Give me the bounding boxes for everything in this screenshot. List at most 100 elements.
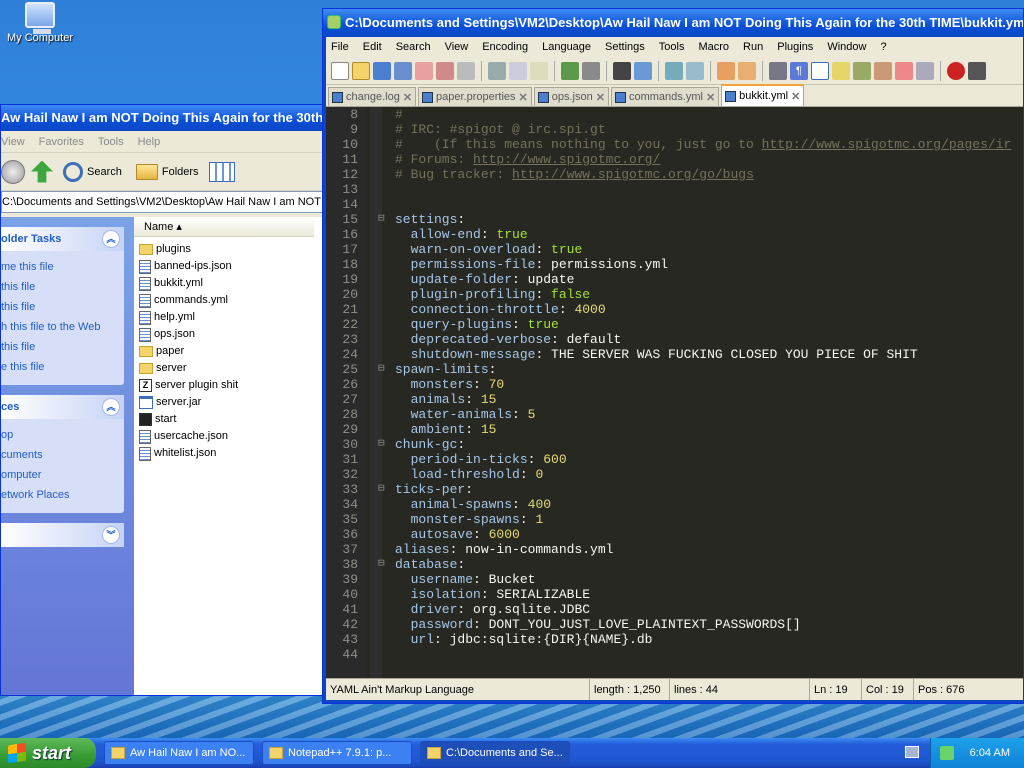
sync-vertical-icon[interactable]	[717, 61, 735, 80]
redo-icon[interactable]	[582, 61, 600, 80]
file-item[interactable]: server.jar	[134, 394, 325, 411]
npp-menu-item[interactable]: Settings	[605, 41, 645, 53]
code-editor[interactable]: 8 #9 # IRC: #spigot @ irc.spi.gt 10 # (If th…	[326, 107, 1023, 691]
folder-task-link[interactable]: me this file	[1, 257, 124, 277]
new-file-icon[interactable]	[331, 61, 349, 80]
place-link[interactable]: cuments	[1, 445, 124, 465]
define-language-icon[interactable]	[832, 61, 850, 80]
npp-menu-item[interactable]: Plugins	[777, 41, 813, 53]
show-all-chars-icon[interactable]: ¶	[790, 61, 808, 80]
file-item[interactable]: start	[134, 411, 325, 428]
tab-bukkit-yml[interactable]: bukkit.yml ✕	[721, 84, 805, 106]
address-bar[interactable]: C:\Documents and Settings\VM2\Desktop\Aw…	[1, 191, 325, 213]
details-header[interactable]: ︾	[1, 523, 124, 547]
replace-icon[interactable]	[634, 61, 652, 80]
npp-menu-item[interactable]: Tools	[659, 41, 685, 53]
taskbar-button[interactable]: Aw Hail Naw I am NO...	[104, 741, 254, 765]
print-icon[interactable]	[457, 61, 475, 80]
file-item[interactable]: plugins	[134, 241, 325, 258]
open-file-icon[interactable]	[352, 61, 370, 80]
file-item[interactable]: paper	[134, 343, 325, 360]
file-item[interactable]: whitelist.json	[134, 445, 325, 462]
place-link[interactable]: etwork Places	[1, 485, 124, 505]
npp-menu-item[interactable]: Encoding	[482, 41, 528, 53]
network-icon[interactable]	[939, 746, 954, 760]
close-tab-icon[interactable]: ✕	[596, 91, 605, 104]
explorer-menu-view[interactable]: View	[1, 136, 25, 148]
views-icon[interactable]	[208, 161, 235, 182]
doc-map-icon[interactable]	[853, 61, 871, 80]
sync-horizontal-icon[interactable]	[738, 61, 756, 80]
close-tab-icon[interactable]: ✕	[403, 91, 412, 104]
folder-task-link[interactable]: e this file	[1, 357, 124, 377]
find-icon[interactable]	[613, 61, 631, 80]
npp-menu-item[interactable]: Language	[542, 41, 591, 53]
place-link[interactable]: omputer	[1, 465, 124, 485]
explorer-title[interactable]: Aw Hail Naw I am NOT Doing This Again fo…	[1, 105, 325, 131]
npp-menu-item[interactable]: Search	[396, 41, 431, 53]
folder-tasks-header[interactable]: older Tasks ︽	[1, 227, 124, 251]
npp-menu-item[interactable]: File	[331, 41, 349, 53]
up-folder-icon[interactable]	[31, 160, 53, 183]
explorer-menu-help[interactable]: Help	[138, 136, 161, 148]
collapse-icon[interactable]: ︽	[102, 398, 120, 416]
file-item[interactable]: banned-ips.json	[134, 258, 325, 275]
explorer-menu-tools[interactable]: Tools	[98, 136, 124, 148]
save-all-icon[interactable]	[394, 61, 412, 80]
tab-paper-properties[interactable]: paper.properties ✕	[418, 87, 532, 106]
column-header-name[interactable]: Name ▴	[134, 217, 314, 237]
expand-icon[interactable]: ︾	[102, 526, 120, 544]
fold-marker-icon[interactable]: ⊟	[378, 212, 385, 227]
search-button[interactable]: Search	[59, 160, 126, 184]
cut-icon[interactable]	[488, 61, 506, 80]
copy-icon[interactable]	[509, 61, 527, 80]
folder-as-workspace-icon[interactable]	[895, 61, 913, 80]
close-tab-icon[interactable]: ✕	[791, 90, 800, 103]
file-item[interactable]: commands.yml	[134, 292, 325, 309]
explorer-menu-favorites[interactable]: Favorites	[39, 136, 84, 148]
taskbar-button[interactable]: Notepad++ 7.9.1: p...	[262, 741, 412, 765]
fold-marker-icon[interactable]: ⊟	[378, 557, 385, 572]
taskbar-button[interactable]: C:\Documents and Se...	[420, 741, 570, 765]
npp-menu-item[interactable]: Run	[743, 41, 763, 53]
fold-marker-icon[interactable]: ⊟	[378, 437, 385, 452]
npp-menu-item[interactable]: Macro	[698, 41, 729, 53]
close-tab-icon[interactable]: ✕	[519, 91, 528, 104]
zoom-in-icon[interactable]	[665, 61, 683, 80]
folder-task-link[interactable]: this file	[1, 297, 124, 317]
folder-task-link[interactable]: this file	[1, 337, 124, 357]
close-file-icon[interactable]	[415, 61, 433, 80]
close-all-icon[interactable]	[436, 61, 454, 80]
folder-task-link[interactable]: h this file to the Web	[1, 317, 124, 337]
npp-menu-item[interactable]: ?	[880, 41, 886, 53]
close-tab-icon[interactable]: ✕	[706, 91, 715, 104]
desktop-icon-my-computer[interactable]: My Computer	[4, 2, 76, 44]
zoom-out-icon[interactable]	[686, 61, 704, 80]
save-icon[interactable]	[373, 61, 391, 80]
file-item[interactable]: ops.json	[134, 326, 325, 343]
word-wrap-icon[interactable]	[769, 61, 787, 80]
file-item[interactable]: usercache.json	[134, 428, 325, 445]
file-item[interactable]: bukkit.yml	[134, 275, 325, 292]
keyboard-icon[interactable]	[905, 746, 919, 758]
forward-icon[interactable]	[1, 159, 25, 184]
collapse-icon[interactable]: ︽	[102, 230, 120, 248]
tab-change-log[interactable]: change.log ✕	[328, 87, 417, 106]
stop-macro-icon[interactable]	[968, 61, 986, 80]
place-link[interactable]: op	[1, 425, 124, 445]
start-button[interactable]: start	[0, 738, 96, 768]
npp-menu-item[interactable]: View	[445, 41, 469, 53]
places-header[interactable]: ces ︽	[1, 395, 124, 419]
record-macro-icon[interactable]	[947, 61, 965, 80]
fold-marker-icon[interactable]: ⊟	[378, 362, 385, 377]
notepadpp-title[interactable]: C:\Documents and Settings\VM2\Desktop\Aw…	[323, 9, 1023, 37]
clock[interactable]: 6:04 AM	[970, 747, 1010, 759]
undo-icon[interactable]	[561, 61, 579, 80]
tab-ops-json[interactable]: ops.json ✕	[533, 87, 609, 106]
paste-icon[interactable]	[530, 61, 548, 80]
function-list-icon[interactable]	[874, 61, 892, 80]
fold-marker-icon[interactable]: ⊟	[378, 482, 385, 497]
file-item[interactable]: Zserver plugin shit	[134, 377, 325, 394]
npp-menu-item[interactable]: Window	[827, 41, 866, 53]
file-item[interactable]: server	[134, 360, 325, 377]
